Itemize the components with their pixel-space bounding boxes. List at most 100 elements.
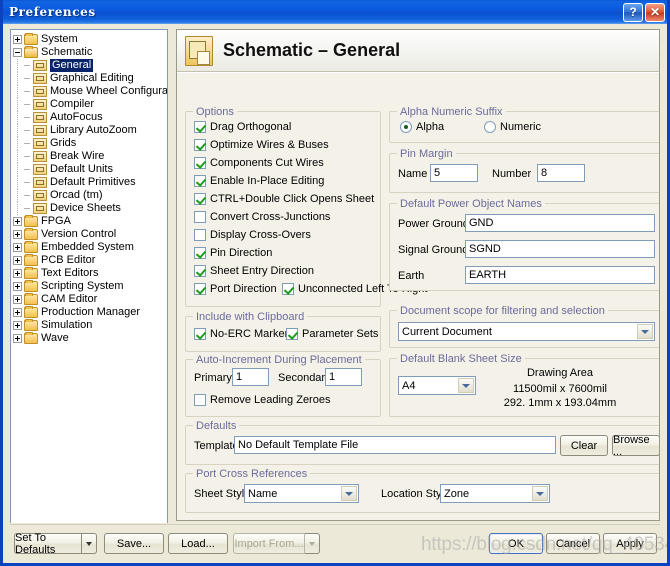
close-icon[interactable]: ✕ — [645, 2, 665, 22]
expand-icon[interactable] — [13, 243, 22, 252]
tree-item-break-wire[interactable]: Break Wire — [11, 150, 167, 163]
browse-button[interactable]: Browse ... — [612, 434, 659, 458]
checkbox-sheet-entry-direction[interactable]: Sheet Entry Direction — [194, 265, 314, 277]
power-ground-input[interactable]: GND — [465, 214, 655, 232]
radio-numeric[interactable]: Numeric — [484, 121, 541, 133]
expand-icon[interactable] — [13, 35, 22, 44]
checkbox-components-cut-wires[interactable]: Components Cut Wires — [194, 157, 324, 169]
primary-input[interactable]: 1 — [232, 368, 269, 386]
tree-item-graphical-editing[interactable]: Graphical Editing — [11, 72, 167, 85]
tree-item-simulation[interactable]: Simulation — [11, 319, 167, 332]
tree-item-library-autozoom[interactable]: Library AutoZoom — [11, 124, 167, 137]
expand-icon[interactable] — [13, 230, 22, 239]
checkbox-parameter-sets[interactable]: Parameter Sets — [286, 328, 378, 340]
preferences-tree[interactable]: System Schematic General Graphical Editing M… — [10, 29, 168, 524]
import-from-dropdown-icon[interactable] — [305, 533, 320, 554]
location-style-combo[interactable]: Zone — [440, 484, 550, 503]
set-to-defaults-button[interactable]: Set To Defaults — [14, 532, 82, 556]
set-to-defaults-dropdown-icon[interactable] — [82, 533, 97, 554]
checkbox-icon[interactable] — [194, 157, 206, 169]
tree-item-cam-editor[interactable]: CAM Editor — [11, 293, 167, 306]
checkbox-icon[interactable] — [194, 394, 206, 406]
checkbox-icon[interactable] — [194, 121, 206, 133]
expand-icon[interactable] — [13, 282, 22, 291]
checkbox-icon[interactable] — [194, 211, 206, 223]
load-button[interactable]: Load... — [168, 533, 228, 554]
checkbox-icon[interactable] — [194, 283, 206, 295]
checkbox-port-direction[interactable]: Port Direction — [194, 283, 277, 295]
tree-item-text-editors[interactable]: Text Editors — [11, 267, 167, 280]
checkbox-icon[interactable] — [194, 229, 206, 241]
tree-item-production-manager[interactable]: Production Manager — [11, 306, 167, 319]
chevron-down-icon[interactable] — [458, 378, 474, 393]
tree-item-general[interactable]: General — [11, 59, 167, 72]
template-input[interactable]: No Default Template File — [234, 436, 556, 454]
collapse-icon[interactable] — [13, 48, 22, 57]
ok-button[interactable]: OK — [489, 533, 543, 554]
checkbox-icon[interactable] — [194, 265, 206, 277]
help-button[interactable]: ? — [623, 2, 643, 22]
tree-item-schematic[interactable]: Schematic — [11, 46, 167, 59]
folder-icon — [24, 306, 38, 318]
chevron-down-icon[interactable] — [637, 324, 653, 339]
radio-icon[interactable] — [400, 121, 412, 133]
pin-number-input[interactable]: 8 — [537, 164, 585, 182]
radio-alpha[interactable]: Alpha — [400, 121, 444, 133]
expand-icon[interactable] — [13, 334, 22, 343]
document-scope-combo[interactable]: Current Document — [398, 322, 655, 341]
cancel-button[interactable]: Cancel — [546, 533, 600, 554]
tree-item-autofocus[interactable]: AutoFocus — [11, 111, 167, 124]
tree-item-embedded-system[interactable]: Embedded System — [11, 241, 167, 254]
expand-icon[interactable] — [13, 295, 22, 304]
tree-item-version-control[interactable]: Version Control — [11, 228, 167, 241]
checkbox-enable-in-place-editing[interactable]: Enable In-Place Editing — [194, 175, 324, 187]
tree-item-compiler[interactable]: Compiler — [11, 98, 167, 111]
checkbox-display-cross-overs[interactable]: Display Cross-Overs — [194, 229, 311, 241]
radio-icon[interactable] — [484, 121, 496, 133]
tree-item-default-primitives[interactable]: Default Primitives — [11, 176, 167, 189]
import-from-button[interactable]: Import From... — [233, 533, 305, 554]
checkbox-icon[interactable] — [194, 139, 206, 151]
expand-icon[interactable] — [13, 217, 22, 226]
checkbox-icon[interactable] — [194, 328, 206, 340]
expand-icon[interactable] — [13, 256, 22, 265]
signal-ground-input[interactable]: SGND — [465, 240, 655, 258]
checkbox-convert-cross-junctions[interactable]: Convert Cross-Junctions — [194, 211, 330, 223]
checkbox-optimize-wires-buses[interactable]: Optimize Wires & Buses — [194, 139, 329, 151]
apply-button[interactable]: Apply — [603, 533, 657, 554]
checkbox-no-erc-markers[interactable]: No-ERC Markers — [194, 328, 294, 340]
expand-icon[interactable] — [13, 321, 22, 330]
checkbox-drag-orthogonal[interactable]: Drag Orthogonal — [194, 121, 291, 133]
tree-item-grids[interactable]: Grids — [11, 137, 167, 150]
tree-item-fpga[interactable]: FPGA — [11, 215, 167, 228]
clear-button[interactable]: Clear — [560, 435, 608, 456]
sheet-style-combo[interactable]: Name — [244, 484, 359, 503]
save-button[interactable]: Save... — [104, 533, 164, 554]
document-icon — [33, 138, 47, 149]
tree-item-mouse-wheel-configuration[interactable]: Mouse Wheel Configuration — [11, 85, 167, 98]
chevron-down-icon[interactable] — [532, 486, 548, 501]
checkbox-ctrl-double-click-opens-sheet[interactable]: CTRL+Double Click Opens Sheet — [194, 193, 374, 205]
expand-icon[interactable] — [13, 269, 22, 278]
checkbox-icon[interactable] — [286, 328, 298, 340]
checkbox-icon[interactable] — [194, 175, 206, 187]
tree-item-wave[interactable]: Wave — [11, 332, 167, 345]
earth-input[interactable]: EARTH — [465, 266, 655, 284]
tree-item-system[interactable]: System — [11, 33, 167, 46]
expand-icon[interactable] — [13, 308, 22, 317]
blank-sheet-size-combo[interactable]: A4 — [398, 376, 476, 395]
checkbox-pin-direction[interactable]: Pin Direction — [194, 247, 272, 259]
tree-item-scripting-system[interactable]: Scripting System — [11, 280, 167, 293]
tree-item-orcad-tm[interactable]: Orcad (tm) — [11, 189, 167, 202]
tree-item-default-units[interactable]: Default Units — [11, 163, 167, 176]
checkbox-icon[interactable] — [194, 193, 206, 205]
clipboard-legend: Include with Clipboard — [193, 311, 308, 323]
checkbox-icon[interactable] — [194, 247, 206, 259]
secondary-input[interactable]: 1 — [325, 368, 362, 386]
tree-item-device-sheets[interactable]: Device Sheets — [11, 202, 167, 215]
tree-item-pcb-editor[interactable]: PCB Editor — [11, 254, 167, 267]
pin-name-input[interactable]: 5 — [430, 164, 478, 182]
checkbox-icon[interactable] — [282, 283, 294, 295]
checkbox-remove-leading-zeroes[interactable]: Remove Leading Zeroes — [194, 394, 330, 406]
chevron-down-icon[interactable] — [341, 486, 357, 501]
